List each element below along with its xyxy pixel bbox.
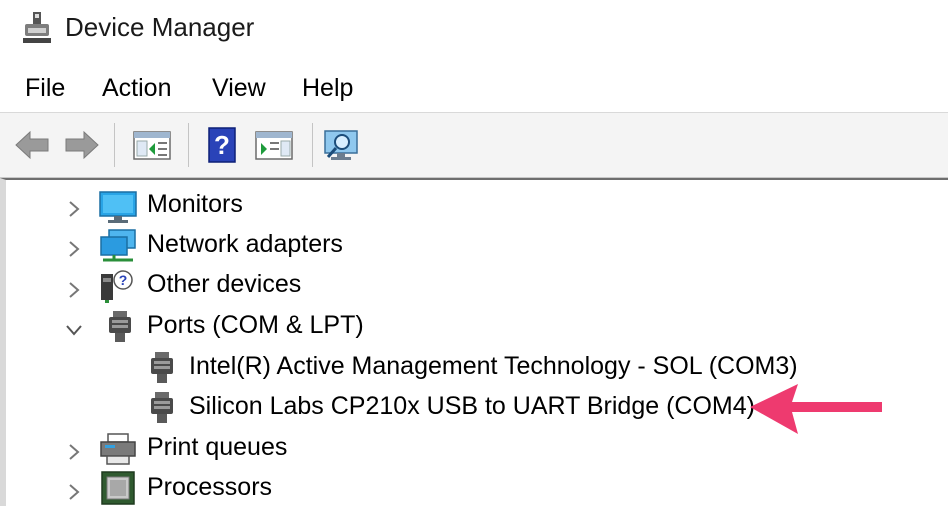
toolbar-separator bbox=[114, 123, 115, 167]
tree-item-label: Other devices bbox=[147, 270, 302, 298]
port-icon bbox=[109, 311, 131, 342]
chevron-right-icon[interactable] bbox=[64, 199, 84, 219]
network-adapter-icon bbox=[100, 229, 136, 262]
device-manager-icon bbox=[23, 12, 51, 43]
scan-monitor-icon bbox=[324, 130, 358, 160]
tree-item-label: Print queues bbox=[147, 433, 288, 461]
device-tree: Monitors Network adapters ? Other device… bbox=[0, 178, 948, 506]
menu-action[interactable]: Action bbox=[102, 74, 171, 103]
title-bar: Device Manager bbox=[0, 0, 948, 58]
toolbar-separator bbox=[188, 123, 189, 167]
toolbar: ? bbox=[0, 112, 948, 178]
scan-for-hardware-changes-button[interactable] bbox=[322, 127, 362, 163]
chevron-right-icon[interactable] bbox=[64, 239, 84, 259]
monitor-icon bbox=[99, 191, 137, 223]
printer-icon bbox=[100, 433, 136, 465]
menu-help[interactable]: Help bbox=[302, 74, 353, 103]
chevron-right-icon[interactable] bbox=[64, 482, 84, 502]
console-tree-icon bbox=[133, 131, 171, 160]
menu-view[interactable]: View bbox=[212, 74, 266, 103]
menu-bar: File Action View Help bbox=[0, 66, 948, 112]
help-button[interactable]: ? bbox=[202, 127, 242, 163]
forward-arrow-icon bbox=[65, 130, 99, 160]
chevron-down-icon[interactable] bbox=[64, 320, 84, 340]
show-hide-console-tree-button[interactable] bbox=[132, 127, 172, 163]
back-arrow-icon bbox=[15, 130, 49, 160]
other-devices-icon: ? bbox=[101, 270, 133, 303]
tree-item-label: Silicon Labs CP210x USB to UART Bridge (… bbox=[189, 392, 755, 420]
svg-text:?: ? bbox=[119, 272, 128, 288]
window-title: Device Manager bbox=[65, 12, 255, 42]
show-hide-action-pane-button[interactable] bbox=[254, 127, 294, 163]
tree-item-label: Monitors bbox=[147, 190, 243, 218]
pink-arrow-annotation bbox=[750, 384, 882, 434]
action-pane-icon bbox=[255, 131, 293, 160]
toolbar-separator bbox=[312, 123, 313, 167]
help-icon: ? bbox=[208, 127, 236, 163]
chevron-right-icon[interactable] bbox=[64, 280, 84, 300]
tree-item-label: Intel(R) Active Management Technology - … bbox=[189, 352, 798, 380]
tree-item-label: Network adapters bbox=[147, 230, 343, 258]
tree-item-label: Ports (COM & LPT) bbox=[147, 311, 364, 339]
tree-item-label: Processors bbox=[147, 473, 273, 501]
chevron-right-icon[interactable] bbox=[64, 442, 84, 462]
svg-text:?: ? bbox=[214, 130, 230, 160]
menu-file[interactable]: File bbox=[25, 74, 65, 103]
port-icon bbox=[151, 352, 173, 383]
processor-icon bbox=[101, 471, 135, 505]
port-icon bbox=[151, 392, 173, 423]
back-button[interactable] bbox=[12, 127, 52, 163]
forward-button[interactable] bbox=[62, 127, 102, 163]
